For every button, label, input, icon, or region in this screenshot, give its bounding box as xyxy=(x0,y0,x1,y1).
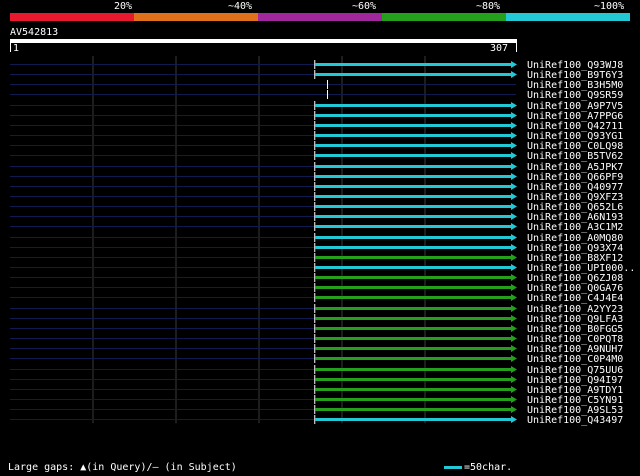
hit-label[interactable]: UniRef100_B5TV62 xyxy=(527,151,623,162)
hit-arrow-icon xyxy=(511,193,517,200)
hit-bar[interactable] xyxy=(315,398,513,401)
hit-bar[interactable] xyxy=(315,337,513,340)
hit-arrow-icon xyxy=(511,142,517,149)
hit-bar[interactable] xyxy=(315,286,513,289)
hit-bar[interactable] xyxy=(315,327,513,330)
hit-bar[interactable] xyxy=(315,165,513,168)
hit-arrow-icon xyxy=(511,355,517,362)
hit-arrow-icon xyxy=(511,234,517,241)
hit-bar[interactable] xyxy=(315,347,513,350)
hit-bar[interactable] xyxy=(315,276,513,279)
hit-arrow-icon xyxy=(511,406,517,413)
hit-arrow-icon xyxy=(511,315,517,322)
hit-bar[interactable] xyxy=(315,368,513,371)
hit-row[interactable]: UniRef100_B5TV62 xyxy=(10,151,623,162)
hit-bar[interactable] xyxy=(315,236,513,239)
scale-legend-bar xyxy=(444,466,462,469)
hit-label[interactable]: UniRef100_Q9SR59 xyxy=(527,90,623,101)
hit-arrow-icon xyxy=(511,173,517,180)
hit-bar[interactable] xyxy=(315,154,513,157)
hit-arrow-icon xyxy=(511,386,517,393)
hit-arrow-icon xyxy=(511,416,517,423)
hit-arrow-icon xyxy=(511,152,517,159)
hit-arrow-icon xyxy=(511,284,517,291)
hit-arrow-icon xyxy=(511,244,517,251)
hit-arrow-icon xyxy=(511,335,517,342)
hit-bar[interactable] xyxy=(315,195,513,198)
hit-bar[interactable] xyxy=(315,296,513,299)
hit-label[interactable]: UniRef100_Q43497 xyxy=(527,415,623,426)
hit-row[interactable]: UniRef100_C4J4E4 xyxy=(10,293,623,304)
hit-arrow-icon xyxy=(511,71,517,78)
hit-arrow-icon xyxy=(511,61,517,68)
hit-label[interactable]: UniRef100_C0P4M0 xyxy=(527,354,623,365)
hit-bar[interactable] xyxy=(315,246,513,249)
hit-bar[interactable] xyxy=(315,124,513,127)
hit-arrow-icon xyxy=(511,264,517,271)
alignment-hits: UniRef100_Q93WJ8UniRef100_B9T6Y3UniRef10… xyxy=(10,56,635,426)
hit-row[interactable]: UniRef100_Q9SR59 xyxy=(10,90,623,101)
hit-bar[interactable] xyxy=(315,266,513,269)
hit-bar[interactable] xyxy=(315,144,513,147)
hit-bar[interactable] xyxy=(315,317,513,320)
hit-row[interactable]: UniRef100_Q43497 xyxy=(10,415,623,426)
hit-arrow-icon xyxy=(511,223,517,230)
hit-bar[interactable] xyxy=(315,225,513,228)
hit-arrow-icon xyxy=(511,376,517,383)
hit-bar[interactable] xyxy=(315,388,513,391)
hit-bar[interactable] xyxy=(315,215,513,218)
hit-bar[interactable] xyxy=(315,134,513,137)
hit-bar[interactable] xyxy=(315,378,513,381)
hit-arrow-icon xyxy=(511,163,517,170)
large-gaps-legend: Large gaps: ▲(in Query)/— (in Subject) xyxy=(8,462,237,473)
hit-bar[interactable] xyxy=(315,205,513,208)
hit-arrow-icon xyxy=(511,213,517,220)
hit-arrow-icon xyxy=(511,254,517,261)
hit-arrow-icon xyxy=(511,132,517,139)
hit-bar[interactable] xyxy=(315,185,513,188)
hit-bar[interactable] xyxy=(315,418,513,421)
hit-label[interactable]: UniRef100_A3C1M2 xyxy=(527,222,623,233)
hit-arrow-icon xyxy=(511,102,517,109)
hit-row[interactable]: UniRef100_A3C1M2 xyxy=(10,222,623,233)
hit-arrow-icon xyxy=(511,366,517,373)
hit-arrow-icon xyxy=(511,294,517,301)
hit-arrow-icon xyxy=(511,396,517,403)
hit-row[interactable]: UniRef100_C0P4M0 xyxy=(10,354,623,365)
hit-bar[interactable] xyxy=(315,114,513,117)
hit-bar[interactable] xyxy=(315,175,513,178)
hit-arrow-icon xyxy=(511,112,517,119)
hit-arrow-icon xyxy=(511,122,517,129)
hit-label[interactable]: UniRef100_C4J4E4 xyxy=(527,293,623,304)
hit-bar[interactable] xyxy=(315,256,513,259)
hit-arrow-icon xyxy=(511,345,517,352)
hit-arrow-icon xyxy=(511,305,517,312)
hit-bar[interactable] xyxy=(315,408,513,411)
hit-arrow-icon xyxy=(511,203,517,210)
hit-arrow-icon xyxy=(511,183,517,190)
hit-arrow-icon xyxy=(511,325,517,332)
hit-bar[interactable] xyxy=(315,104,513,107)
scale-legend-text: =50char. xyxy=(464,462,513,473)
hit-bar[interactable] xyxy=(315,73,513,76)
hit-bar[interactable] xyxy=(315,63,513,66)
hit-bar[interactable] xyxy=(315,307,513,310)
hit-arrow-icon xyxy=(511,274,517,281)
hit-bar[interactable] xyxy=(315,357,513,360)
